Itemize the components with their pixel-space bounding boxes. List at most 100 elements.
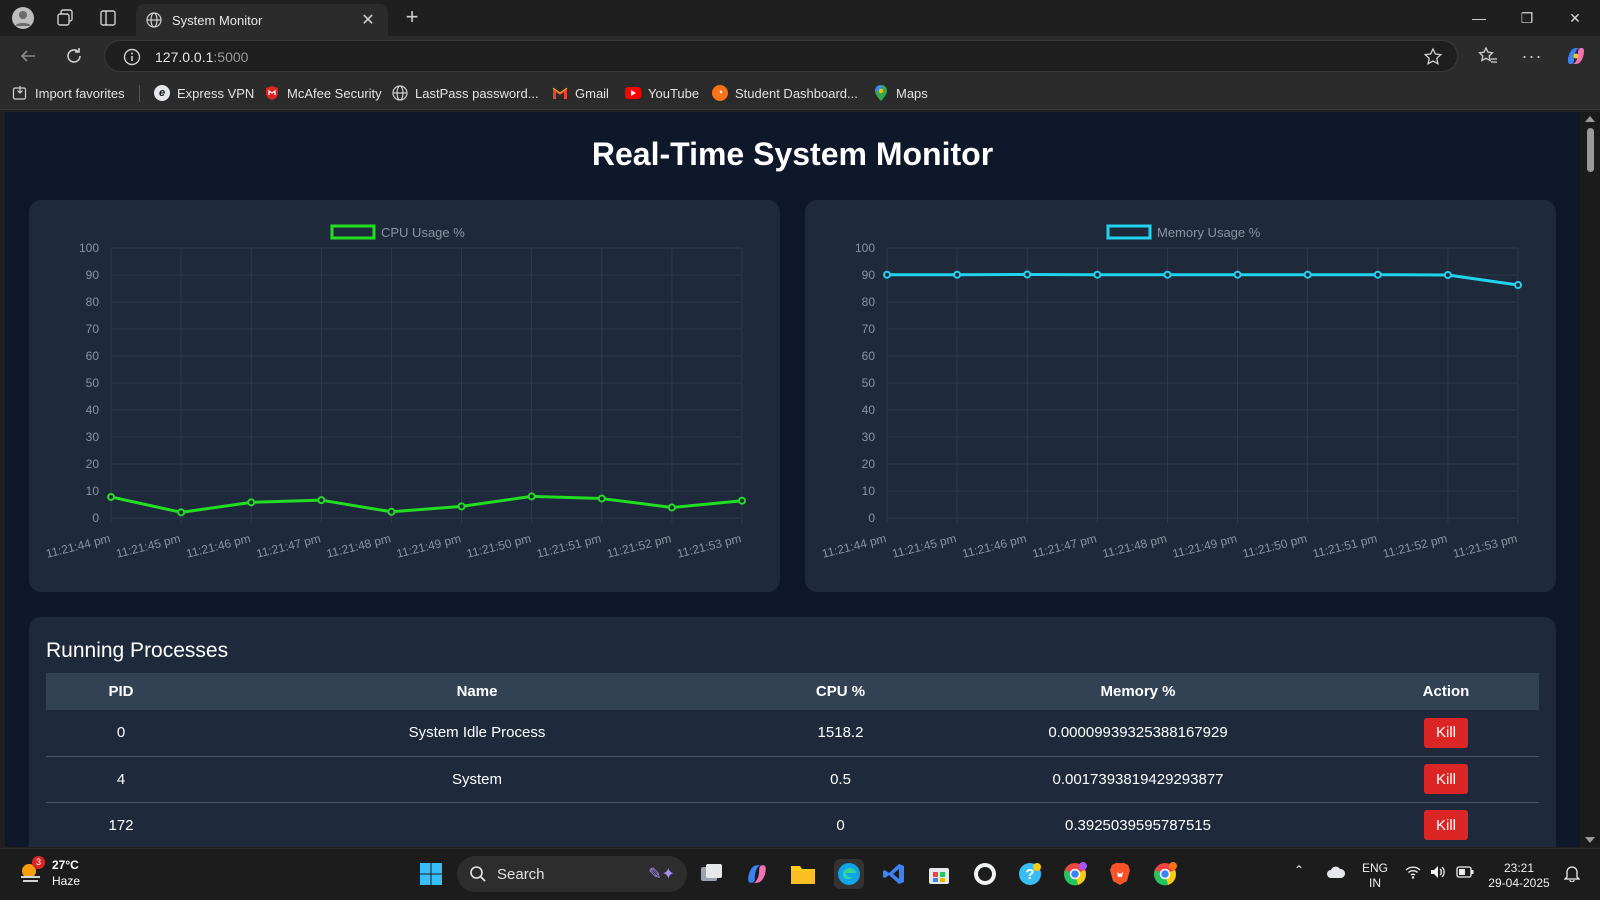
wifi-icon[interactable]	[1405, 865, 1421, 883]
copilot-app-icon[interactable]	[742, 859, 772, 889]
bookmark-maps[interactable]: Maps	[873, 85, 928, 101]
y-tick-label: 80	[862, 295, 876, 309]
scroll-up-arrow-icon[interactable]	[1585, 116, 1595, 122]
x-tick-label: 11:21:45 pm	[115, 531, 182, 561]
y-tick-label: 100	[79, 241, 99, 255]
running-processes-card: Running Processes PID Name CPU % Memory …	[29, 617, 1556, 847]
more-options-button[interactable]: ···	[1516, 42, 1548, 70]
column-header-name[interactable]: Name	[196, 673, 758, 710]
task-view-icon	[701, 864, 722, 881]
x-tick-label: 11:21:49 pm	[395, 531, 462, 561]
notification-bell-icon[interactable]	[1563, 864, 1581, 886]
github-app-icon[interactable]	[970, 859, 1000, 889]
bookmark-import-favorites[interactable]: Import favorites	[12, 85, 125, 101]
y-tick-label: 10	[862, 484, 876, 498]
cell-memory: 0.0017393819429293877	[923, 756, 1353, 803]
y-tick-label: 40	[862, 403, 876, 417]
column-header-cpu[interactable]: CPU %	[758, 673, 923, 710]
weather-condition: Haze	[52, 874, 81, 888]
cell-memory: 0.3925039595787515	[923, 802, 1353, 847]
new-tab-button[interactable]: +	[400, 6, 424, 30]
taskbar-search-box[interactable]: Search ✎✦	[457, 856, 687, 892]
profile-icon[interactable]	[10, 6, 36, 30]
svg-text:?: ?	[1025, 866, 1034, 883]
kill-button[interactable]: Kill	[1424, 717, 1468, 748]
favorites-button[interactable]	[1472, 42, 1504, 70]
edge-app-icon[interactable]	[834, 859, 864, 889]
vertical-tabs-icon[interactable]	[95, 6, 121, 30]
x-tick-label: 11:21:50 pm	[465, 531, 532, 561]
x-tick-label: 11:21:50 pm	[1241, 531, 1308, 561]
onedrive-cloud-icon[interactable]	[1326, 865, 1346, 883]
scrollbar-thumb[interactable]	[1587, 128, 1594, 172]
start-button[interactable]	[416, 859, 446, 889]
volume-icon[interactable]	[1430, 865, 1446, 883]
close-window-button[interactable]: ✕	[1552, 6, 1598, 30]
tab-system-monitor[interactable]: System Monitor ✕	[136, 4, 388, 36]
x-tick-label: 11:21:46 pm	[961, 531, 1028, 561]
kill-button[interactable]: Kill	[1424, 764, 1468, 794]
address-bar[interactable]: 127.0.0.1:5000	[104, 40, 1458, 72]
weather-temperature: 27°C	[52, 858, 79, 872]
battery-icon[interactable]	[1456, 866, 1474, 882]
youtube-icon	[625, 85, 641, 101]
weather-haze-icon: 3	[18, 856, 45, 886]
y-tick-label: 70	[86, 322, 100, 336]
memory-data-point	[1514, 280, 1522, 289]
restore-button[interactable]: ❐	[1504, 6, 1550, 30]
chrome-profile-v-icon[interactable]	[1060, 859, 1090, 889]
cpu-data-point	[457, 502, 466, 511]
bookmark-mcafee[interactable]: McAfee Security	[264, 85, 382, 101]
system-clock[interactable]: 23:21 29-04-2025	[1486, 861, 1552, 891]
bookmark-gmail[interactable]: Gmail	[552, 85, 609, 101]
bookmark-lastpass[interactable]: LastPass password...	[392, 85, 539, 101]
memory-usage-chart: 010203040506070809010011:21:44 pm 11:21:4…	[820, 224, 1522, 561]
column-header-pid[interactable]: PID	[46, 673, 196, 710]
y-tick-label: 0	[868, 511, 875, 525]
x-tick-label: 11:21:48 pm	[325, 531, 392, 561]
cpu-usage-chart: 010203040506070809010011:21:44 pm 11:21:4…	[44, 224, 746, 561]
kill-button[interactable]: Kill	[1424, 810, 1468, 840]
help-app-icon[interactable]: ?	[1015, 859, 1045, 889]
x-tick-label: 11:21:44 pm	[44, 531, 111, 561]
y-tick-label: 50	[862, 376, 876, 390]
chrome-profile-m-icon[interactable]	[1150, 859, 1180, 889]
x-tick-label: 11:21:49 pm	[1171, 531, 1238, 561]
y-tick-label: 60	[86, 349, 100, 363]
close-tab-icon[interactable]: ✕	[358, 10, 378, 30]
show-hidden-icons-chevron-icon[interactable]: ⌃	[1294, 863, 1304, 878]
page-scrollbar[interactable]	[1580, 112, 1600, 847]
cpu-data-point	[387, 507, 396, 516]
memory-data-point	[1163, 270, 1172, 279]
navigation-bar: 127.0.0.1:5000 ···	[0, 36, 1600, 76]
back-button[interactable]	[12, 42, 44, 70]
file-explorer-icon[interactable]	[788, 859, 818, 889]
workspaces-icon[interactable]	[52, 6, 78, 30]
microsoft-store-icon[interactable]	[924, 859, 954, 889]
favorite-star-icon[interactable]	[1423, 47, 1443, 67]
vscode-icon[interactable]	[879, 859, 909, 889]
minimize-button[interactable]: —	[1456, 6, 1502, 30]
bookmark-express-vpn[interactable]: e Express VPN	[154, 85, 254, 101]
bookmark-youtube[interactable]: YouTube	[625, 85, 699, 101]
site-info-icon[interactable]	[123, 48, 141, 66]
search-label: Search	[497, 865, 545, 883]
weather-widget[interactable]: 3 27°C Haze	[18, 856, 81, 889]
bookmark-student-dashboard[interactable]: ◔ Student Dashboard...	[712, 85, 858, 101]
page-viewport[interactable]: Real-Time System Monitor 0 10 20 30 40 50 60 70…	[5, 112, 1580, 847]
brave-browser-icon[interactable]	[1105, 859, 1135, 889]
reload-button[interactable]	[58, 42, 90, 70]
y-tick-label: 60	[862, 349, 876, 363]
search-icon	[470, 866, 486, 882]
x-tick-label: 11:21:45 pm	[891, 531, 958, 561]
table-header-row: PID Name CPU % Memory % Action	[46, 673, 1539, 710]
task-view-button[interactable]	[697, 859, 727, 889]
column-header-memory[interactable]: Memory %	[923, 673, 1353, 710]
x-tick-label: 11:21:47 pm	[1031, 531, 1098, 561]
copilot-button[interactable]	[1560, 42, 1592, 70]
weather-badge: 3	[32, 856, 45, 869]
scroll-down-arrow-icon[interactable]	[1585, 837, 1595, 843]
more-dots-icon: ···	[1521, 45, 1543, 66]
language-indicator[interactable]: ENG IN	[1362, 861, 1388, 891]
url-text: 127.0.0.1:5000	[155, 49, 249, 65]
